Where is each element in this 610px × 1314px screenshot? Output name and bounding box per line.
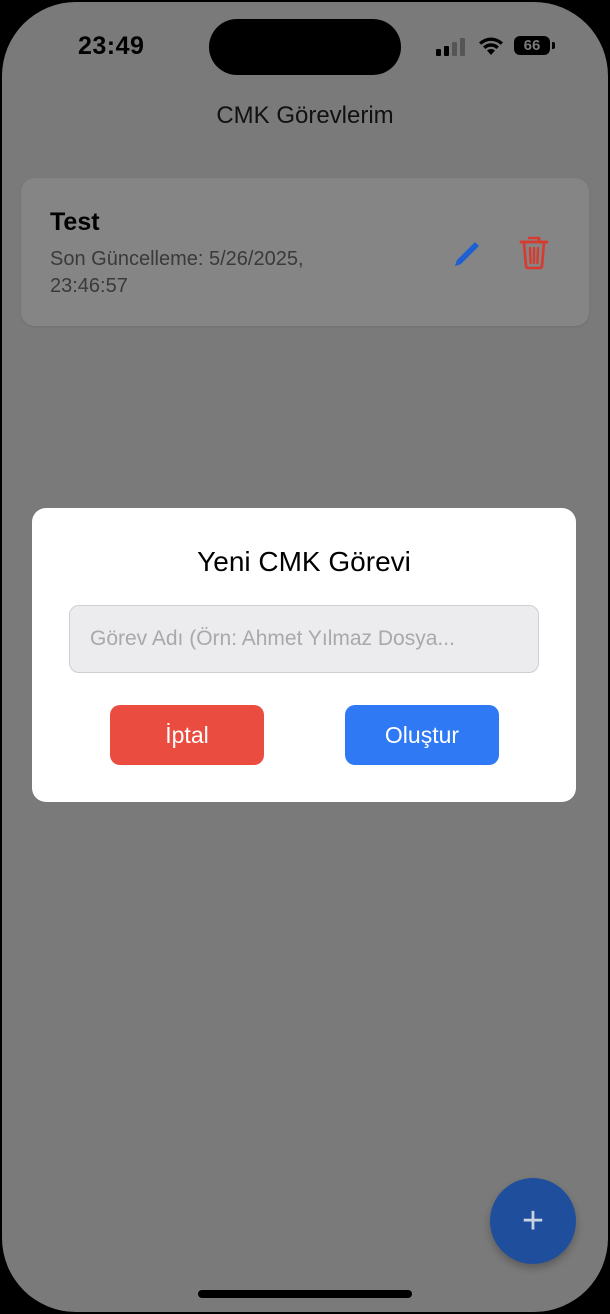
modal-title: Yeni CMK Görevi [197, 546, 411, 577]
page-title: CMK Görevlerim [216, 102, 394, 129]
new-task-modal: Yeni CMK Görevi İptal Oluştur [32, 508, 576, 802]
pencil-icon[interactable] [449, 236, 485, 272]
create-button[interactable]: Oluştur [345, 705, 499, 765]
cancel-button[interactable]: İptal [110, 705, 264, 765]
trash-icon[interactable] [518, 234, 550, 270]
task-card[interactable]: Test Son Güncelleme: 5/26/2025, 23:46:57 [21, 178, 589, 326]
status-time: 23:49 [78, 32, 145, 60]
add-task-button[interactable]: + [490, 1178, 576, 1264]
home-indicator [198, 1290, 412, 1298]
task-title: Test [50, 208, 100, 236]
phone-screen: 23:49 66 CMK Görevlerim Test Son Güncell… [2, 2, 608, 1312]
task-name-input[interactable] [69, 605, 539, 673]
task-updated-text: Son Güncelleme: 5/26/2025, 23:46:57 [50, 248, 304, 297]
signal-icon [436, 38, 465, 56]
battery-nub [552, 42, 555, 49]
wifi-icon [479, 37, 503, 55]
battery-icon: 66 [514, 36, 550, 55]
dynamic-island [209, 19, 401, 75]
